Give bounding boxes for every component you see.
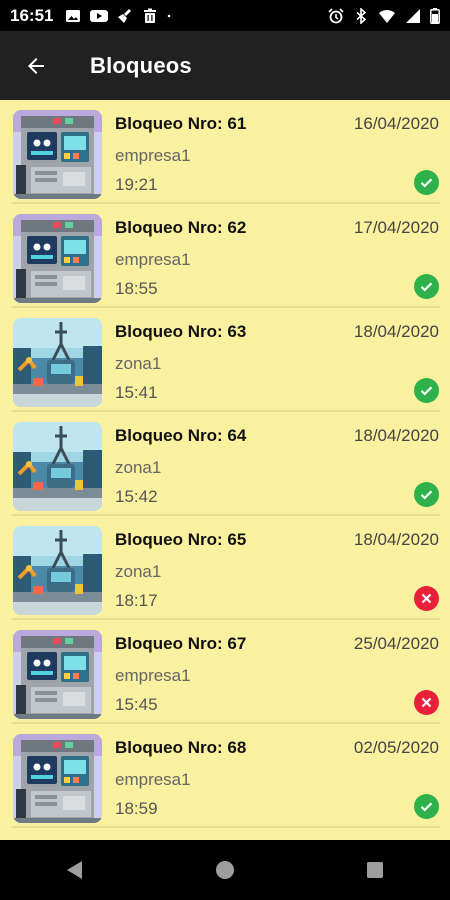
error-icon	[414, 586, 439, 611]
list-item[interactable]: Bloqueo Nro: 65 18/04/2020 zona1 18:17	[0, 516, 450, 620]
item-title: Bloqueo Nro: 61	[115, 114, 247, 133]
check-icon	[414, 378, 439, 403]
item-title: Bloqueo Nro: 65	[115, 530, 247, 549]
trash-icon	[144, 8, 157, 23]
list-item[interactable]: Bloqueo Nro: 62 17/04/2020 empresa1 18:55	[0, 204, 450, 308]
list-item[interactable]: Bloqueo Nro: 63 18/04/2020 zona1 15:41	[0, 308, 450, 412]
arrow-left-icon	[28, 57, 44, 74]
item-title: Bloqueo Nro: 68	[115, 738, 247, 757]
battery-icon	[430, 7, 440, 24]
item-subtitle: empresa1	[115, 250, 191, 269]
item-date: 25/04/2020	[353, 634, 439, 653]
machine-image	[13, 734, 102, 823]
item-time: 15:41	[115, 383, 158, 402]
item-subtitle: empresa1	[115, 666, 191, 685]
machine-image	[13, 630, 102, 719]
triangle-back-icon	[67, 861, 82, 879]
item-subtitle: zona1	[115, 354, 162, 373]
item-time: 18:59	[115, 799, 158, 818]
item-date: 18/04/2020	[353, 322, 439, 341]
factory-image	[13, 422, 102, 511]
image-icon	[66, 9, 81, 22]
item-title: Bloqueo Nro: 67	[115, 634, 247, 653]
list-item[interactable]: Bloqueo Nro: 67 25/04/2020 empresa1 15:45	[0, 620, 450, 724]
item-subtitle: empresa1	[115, 146, 191, 165]
item-date: 18/04/2020	[353, 530, 439, 549]
list-item[interactable]: Bloqueo Nro: 64 18/04/2020 zona1 15:42	[0, 412, 450, 516]
divider	[12, 826, 440, 828]
app-bar: Bloqueos	[0, 31, 450, 100]
check-icon	[414, 170, 439, 195]
check-icon	[414, 794, 439, 819]
nav-back-button[interactable]	[45, 840, 105, 900]
item-subtitle: zona1	[115, 458, 162, 477]
item-title: Bloqueo Nro: 63	[115, 322, 247, 341]
bloqueos-list[interactable]: Bloqueo Nro: 61 16/04/2020 empresa1 19:21 Bl…	[0, 100, 450, 840]
item-time: 19:21	[115, 175, 158, 194]
square-recents-icon	[367, 862, 383, 878]
item-date: 16/04/2020	[353, 114, 439, 133]
error-icon	[414, 690, 439, 715]
broom-icon	[118, 8, 132, 23]
factory-image	[13, 318, 102, 407]
item-title: Bloqueo Nro: 64	[115, 426, 247, 445]
signal-icon	[406, 8, 420, 23]
status-bar: 16:51	[0, 0, 450, 31]
factory-image	[13, 526, 102, 615]
navigation-bar	[0, 840, 450, 900]
item-subtitle: zona1	[115, 562, 162, 581]
item-time: 15:42	[115, 487, 158, 506]
alarm-icon	[328, 7, 344, 23]
dot-icon	[168, 14, 171, 17]
list-item[interactable]: Bloqueo Nro: 61 16/04/2020 empresa1 19:21	[0, 100, 450, 204]
machine-image	[13, 110, 102, 199]
item-time: 18:17	[115, 591, 158, 610]
youtube-icon	[90, 9, 109, 22]
bluetooth-icon	[356, 7, 367, 24]
check-icon	[414, 274, 439, 299]
item-date: 02/05/2020	[353, 738, 439, 757]
nav-recents-button[interactable]	[345, 840, 405, 900]
item-time: 15:45	[115, 695, 158, 714]
page-title: Bloqueos	[90, 52, 192, 78]
item-title: Bloqueo Nro: 62	[115, 218, 247, 237]
machine-image	[13, 214, 102, 303]
item-date: 17/04/2020	[353, 218, 439, 237]
status-time: 16:51	[10, 5, 54, 25]
circle-home-icon	[216, 861, 234, 879]
item-subtitle: empresa1	[115, 770, 191, 789]
item-date: 18/04/2020	[353, 426, 439, 445]
item-time: 18:55	[115, 279, 158, 298]
check-icon	[414, 482, 439, 507]
wifi-icon	[379, 9, 395, 23]
nav-home-button[interactable]	[195, 840, 255, 900]
back-button[interactable]	[12, 42, 60, 90]
list-item[interactable]: Bloqueo Nro: 68 02/05/2020 empresa1 18:59	[0, 724, 450, 828]
